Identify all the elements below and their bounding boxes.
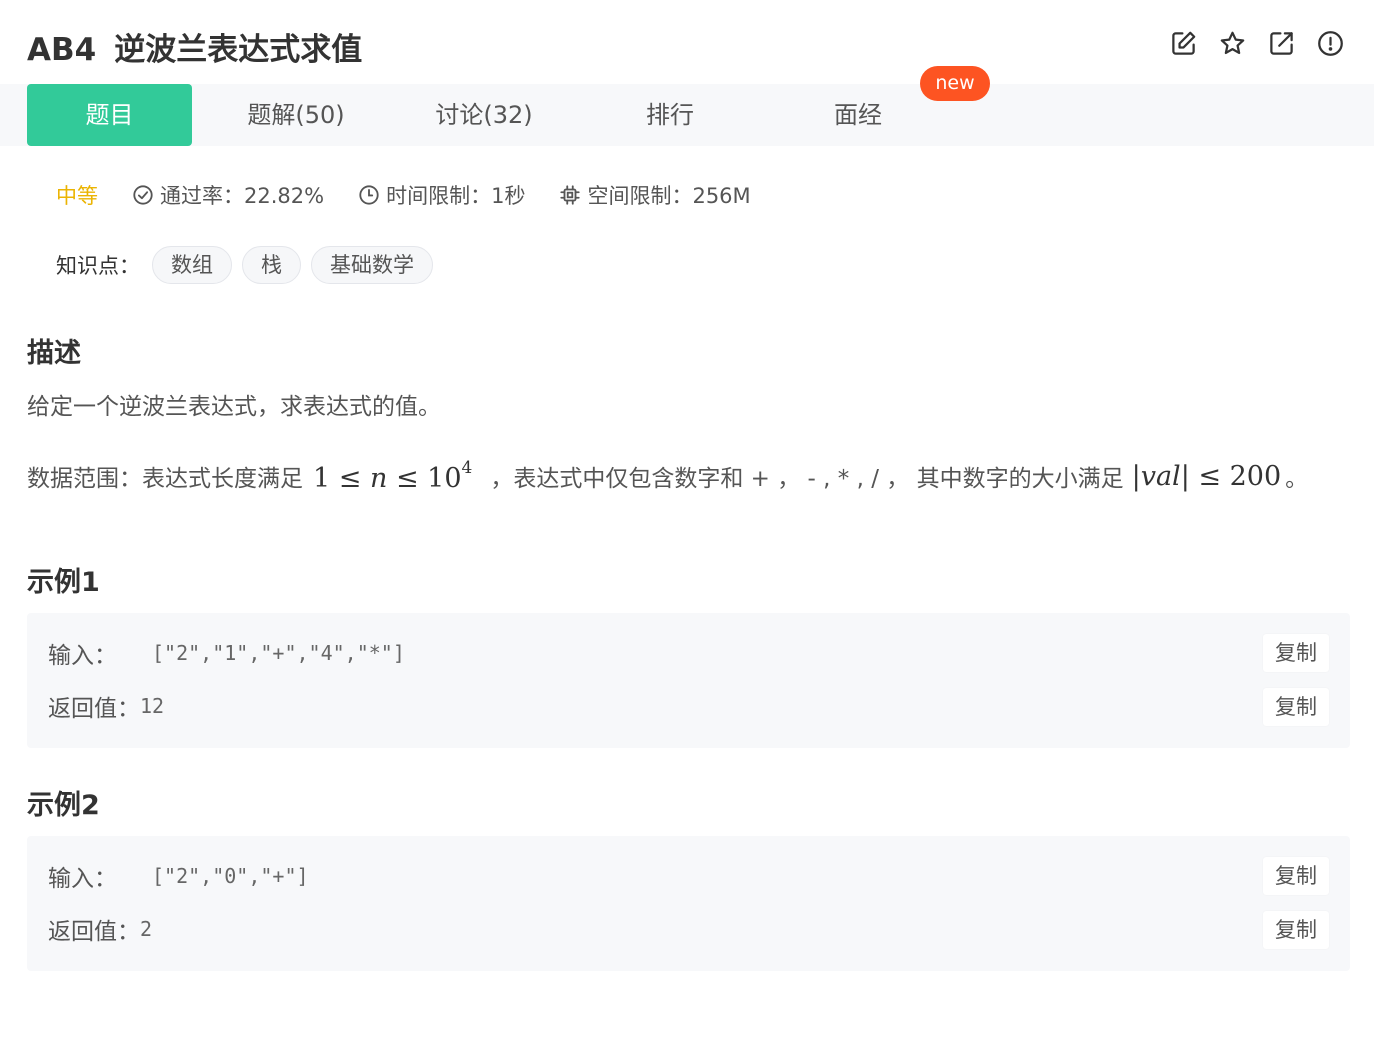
example-2-output-label: 返回值： [48,919,140,945]
example-2-panel: 输入： ["2","0","+"] 复制 返回值： 2 复制 [27,836,1350,971]
range-formula-n: 1 ≤ n ≤ 104 [313,458,473,494]
copy-input-button[interactable]: 复制 [1263,634,1329,672]
difficulty-badge: 中等 [56,184,98,208]
page-title: AB4 逆波兰表达式求值 [27,24,362,69]
pass-rate: 通过率：22.82% [132,180,324,210]
problem-code: AB4 [27,32,97,68]
tab-problem[interactable]: 题目 [27,84,192,146]
tag-stack[interactable]: 栈 [242,246,301,284]
example-2-input-label: 输入： [48,866,117,892]
time-limit: 时间限制：1秒 [358,180,525,210]
example-1-output-value: 12 [140,694,165,718]
example-1-output-label: 返回值： [48,696,140,722]
tab-solutions[interactable]: 题解(50) [226,84,366,146]
knowledge-label: 知识点： [56,254,140,278]
check-circle-icon [133,185,153,205]
problem-header: AB4 逆波兰表达式求值 [0,0,1374,84]
range-formula-val: |val| ≤ 200 [1131,460,1282,492]
star-icon[interactable] [1219,30,1246,57]
time-limit-text: 时间限制：1秒 [386,184,526,208]
range-suffix: 。 [1285,466,1309,492]
example-1-panel: 输入： ["2","1","+","4","*"] 复制 返回值： 12 复制 [27,613,1350,748]
header-actions [1170,30,1344,57]
open-external-icon[interactable] [1268,30,1295,57]
copy-output-button[interactable]: 复制 [1263,911,1329,949]
chip-icon [560,185,581,205]
example-1-output-row: 返回值： 12 [48,691,165,722]
copy-input-button[interactable]: 复制 [1263,857,1329,895]
memory-limit: 空间限制：256M [559,180,751,210]
clock-icon [359,185,379,205]
range-middle: ，表达式中仅包含数字和 + ， - , * , / ， 其中数字的大小满足 [490,466,1124,492]
new-badge: new [920,66,990,101]
description-title: 描述 [27,338,81,369]
example-2-output-row: 返回值： 2 [48,914,153,945]
description-text: 给定一个逆波兰表达式，求表达式的值。 [27,394,441,420]
tab-bar: 题目 题解(50) 讨论(32) 排行 面经 [0,84,1374,146]
tag-basic-math[interactable]: 基础数学 [311,246,433,284]
tab-ranking[interactable]: 排行 [614,84,726,146]
tag-array[interactable]: 数组 [152,246,232,284]
example-2-input-row: 输入： ["2","0","+"] [48,861,309,892]
problem-meta: 中等 通过率：22.82% 时间限制：1秒 空间限制：256M [56,180,785,210]
edit-icon[interactable] [1170,30,1197,57]
pass-rate-text: 通过率：22.82% [160,184,325,208]
copy-output-button[interactable]: 复制 [1263,688,1329,726]
example-1-input-row: 输入： ["2","1","+","4","*"] [48,638,405,669]
example-2-input-value: ["2","0","+"] [152,864,309,888]
range-prefix: 数据范围：表达式长度满足 [27,466,303,492]
knowledge-points: 知识点： 数组 栈 基础数学 [56,246,443,284]
example-1-input-value: ["2","1","+","4","*"] [152,641,405,665]
example-1-input-label: 输入： [48,643,117,669]
alert-circle-icon[interactable] [1317,30,1344,57]
tab-discussion[interactable]: 讨论(32) [414,84,554,146]
tab-interview[interactable]: 面经 [802,84,914,146]
example-1-title: 示例1 [27,567,100,598]
problem-title: 逆波兰表达式求值 [114,32,363,68]
data-range: 数据范围：表达式长度满足 1 ≤ n ≤ 104 ，表达式中仅包含数字和 + ，… [27,458,1308,494]
example-2-title: 示例2 [27,790,100,821]
memory-limit-text: 空间限制：256M [587,184,751,208]
example-2-output-value: 2 [140,917,153,941]
